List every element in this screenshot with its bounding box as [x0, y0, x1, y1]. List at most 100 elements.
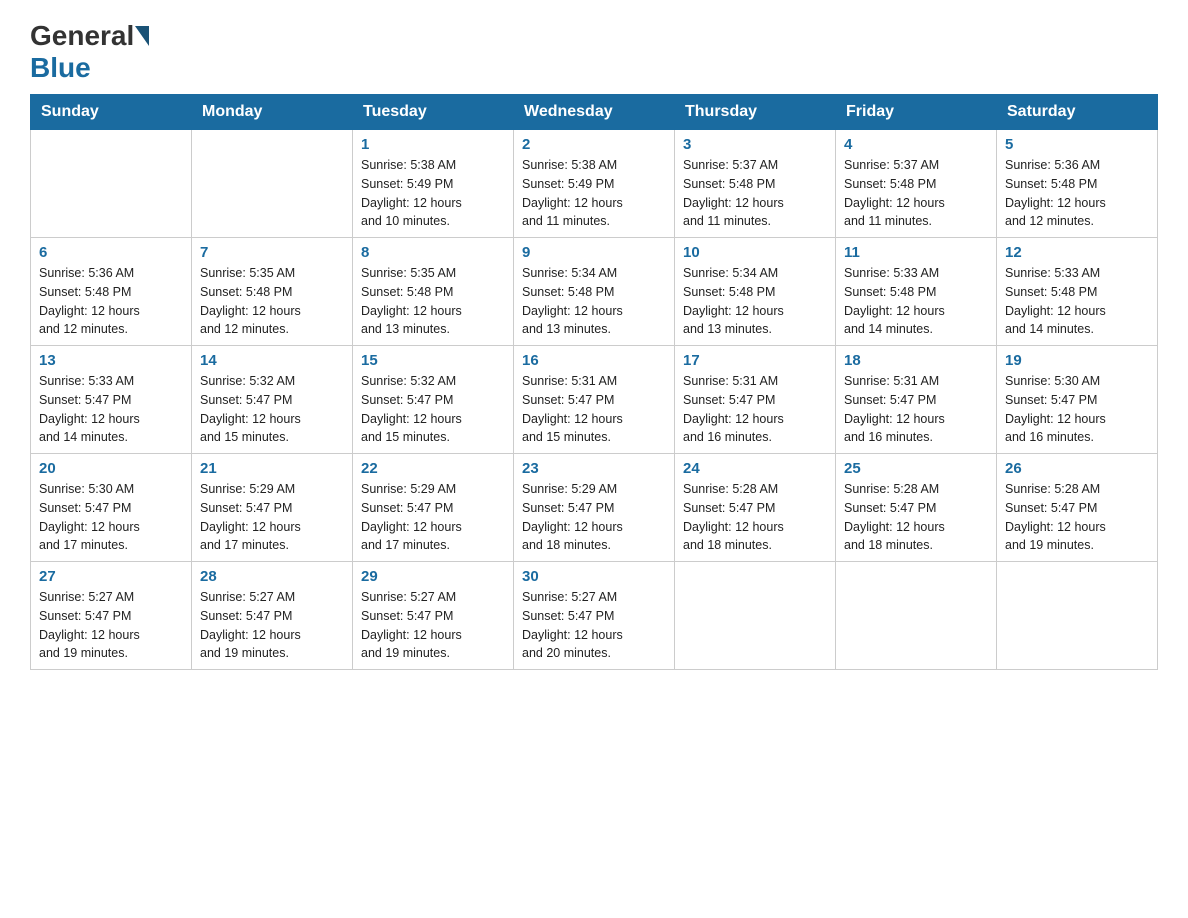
day-info: Sunrise: 5:30 AM Sunset: 5:47 PM Dayligh…: [1005, 372, 1149, 447]
day-info: Sunrise: 5:36 AM Sunset: 5:48 PM Dayligh…: [39, 264, 183, 339]
day-info: Sunrise: 5:31 AM Sunset: 5:47 PM Dayligh…: [683, 372, 827, 447]
day-info: Sunrise: 5:29 AM Sunset: 5:47 PM Dayligh…: [361, 480, 505, 555]
day-info: Sunrise: 5:27 AM Sunset: 5:47 PM Dayligh…: [200, 588, 344, 663]
day-info: Sunrise: 5:33 AM Sunset: 5:48 PM Dayligh…: [1005, 264, 1149, 339]
day-cell: 21Sunrise: 5:29 AM Sunset: 5:47 PM Dayli…: [192, 454, 353, 562]
header-monday: Monday: [192, 95, 353, 130]
day-number: 2: [522, 136, 666, 153]
day-info: Sunrise: 5:31 AM Sunset: 5:47 PM Dayligh…: [522, 372, 666, 447]
logo-blue-text: Blue: [30, 52, 91, 83]
day-cell: 11 Sunrise: 5:33 AM Sunset: 5:48 PM Dayli…: [836, 238, 997, 346]
day-number: 14: [200, 352, 344, 369]
logo: General Blue: [30, 20, 150, 84]
day-number: 18: [844, 352, 988, 369]
day-cell: 13Sunrise: 5:33 AM Sunset: 5:47 PM Dayli…: [31, 346, 192, 454]
day-info: Sunrise: 5:37 AM Sunset: 5:48 PM Dayligh…: [844, 156, 988, 231]
day-cell: 14 Sunrise: 5:32 AM Sunset: 5:47 PM Dayli…: [192, 346, 353, 454]
day-cell: 4 Sunrise: 5:37 AM Sunset: 5:48 PM Daylig…: [836, 130, 997, 238]
day-number: 3: [683, 136, 827, 153]
day-info: Sunrise: 5:38 AM Sunset: 5:49 PM Dayligh…: [522, 156, 666, 231]
day-number: 23: [522, 460, 666, 477]
day-number: 28: [200, 568, 344, 585]
day-cell: 7Sunrise: 5:35 AM Sunset: 5:48 PM Daylig…: [192, 238, 353, 346]
day-cell: 22 Sunrise: 5:29 AM Sunset: 5:47 PM Dayli…: [353, 454, 514, 562]
header-saturday: Saturday: [997, 95, 1158, 130]
day-cell: 9Sunrise: 5:34 AM Sunset: 5:48 PM Daylig…: [514, 238, 675, 346]
day-cell: [836, 562, 997, 670]
day-info: Sunrise: 5:36 AM Sunset: 5:48 PM Dayligh…: [1005, 156, 1149, 231]
day-number: 27: [39, 568, 183, 585]
day-info: Sunrise: 5:33 AM Sunset: 5:47 PM Dayligh…: [39, 372, 183, 447]
day-number: 9: [522, 244, 666, 261]
header-tuesday: Tuesday: [353, 95, 514, 130]
day-info: Sunrise: 5:32 AM Sunset: 5:47 PM Dayligh…: [361, 372, 505, 447]
day-info: Sunrise: 5:32 AM Sunset: 5:47 PM Dayligh…: [200, 372, 344, 447]
day-info: Sunrise: 5:28 AM Sunset: 5:47 PM Dayligh…: [844, 480, 988, 555]
header-wednesday: Wednesday: [514, 95, 675, 130]
day-cell: 18 Sunrise: 5:31 AM Sunset: 5:47 PM Dayli…: [836, 346, 997, 454]
day-info: Sunrise: 5:31 AM Sunset: 5:47 PM Dayligh…: [844, 372, 988, 447]
day-info: Sunrise: 5:35 AM Sunset: 5:48 PM Dayligh…: [361, 264, 505, 339]
week-row-4: 20 Sunrise: 5:30 AM Sunset: 5:47 PM Dayli…: [31, 454, 1158, 562]
week-row-2: 6 Sunrise: 5:36 AM Sunset: 5:48 PM Daylig…: [31, 238, 1158, 346]
day-number: 24: [683, 460, 827, 477]
day-number: 22: [361, 460, 505, 477]
week-row-1: 1 Sunrise: 5:38 AM Sunset: 5:49 PM Daylig…: [31, 130, 1158, 238]
day-info: Sunrise: 5:27 AM Sunset: 5:47 PM Dayligh…: [361, 588, 505, 663]
calendar-table: SundayMondayTuesdayWednesdayThursdayFrid…: [30, 94, 1158, 670]
day-cell: 24 Sunrise: 5:28 AM Sunset: 5:47 PM Dayli…: [675, 454, 836, 562]
day-info: Sunrise: 5:30 AM Sunset: 5:47 PM Dayligh…: [39, 480, 183, 555]
day-cell: [675, 562, 836, 670]
day-number: 5: [1005, 136, 1149, 153]
day-info: Sunrise: 5:29 AM Sunset: 5:47 PM Dayligh…: [522, 480, 666, 555]
day-number: 11: [844, 244, 988, 261]
day-info: Sunrise: 5:34 AM Sunset: 5:48 PM Dayligh…: [683, 264, 827, 339]
day-number: 29: [361, 568, 505, 585]
logo-general-text: General: [30, 20, 134, 52]
day-number: 30: [522, 568, 666, 585]
day-cell: 30 Sunrise: 5:27 AM Sunset: 5:47 PM Dayli…: [514, 562, 675, 670]
day-info: Sunrise: 5:28 AM Sunset: 5:47 PM Dayligh…: [1005, 480, 1149, 555]
day-number: 6: [39, 244, 183, 261]
day-number: 26: [1005, 460, 1149, 477]
day-info: Sunrise: 5:37 AM Sunset: 5:48 PM Dayligh…: [683, 156, 827, 231]
day-cell: 10 Sunrise: 5:34 AM Sunset: 5:48 PM Dayli…: [675, 238, 836, 346]
day-info: Sunrise: 5:38 AM Sunset: 5:49 PM Dayligh…: [361, 156, 505, 231]
day-cell: 29 Sunrise: 5:27 AM Sunset: 5:47 PM Dayli…: [353, 562, 514, 670]
day-cell: 3 Sunrise: 5:37 AM Sunset: 5:48 PM Daylig…: [675, 130, 836, 238]
day-number: 21: [200, 460, 344, 477]
day-number: 8: [361, 244, 505, 261]
day-cell: 28 Sunrise: 5:27 AM Sunset: 5:47 PM Dayli…: [192, 562, 353, 670]
day-cell: 17 Sunrise: 5:31 AM Sunset: 5:47 PM Dayli…: [675, 346, 836, 454]
header-friday: Friday: [836, 95, 997, 130]
day-cell: 2 Sunrise: 5:38 AM Sunset: 5:49 PM Daylig…: [514, 130, 675, 238]
day-cell: 20 Sunrise: 5:30 AM Sunset: 5:47 PM Dayli…: [31, 454, 192, 562]
day-number: 15: [361, 352, 505, 369]
day-cell: [997, 562, 1158, 670]
day-number: 17: [683, 352, 827, 369]
day-cell: 6 Sunrise: 5:36 AM Sunset: 5:48 PM Daylig…: [31, 238, 192, 346]
day-info: Sunrise: 5:35 AM Sunset: 5:48 PM Dayligh…: [200, 264, 344, 339]
day-info: Sunrise: 5:27 AM Sunset: 5:47 PM Dayligh…: [522, 588, 666, 663]
day-cell: 1 Sunrise: 5:38 AM Sunset: 5:49 PM Daylig…: [353, 130, 514, 238]
day-number: 12: [1005, 244, 1149, 261]
day-number: 10: [683, 244, 827, 261]
day-number: 4: [844, 136, 988, 153]
week-row-3: 13Sunrise: 5:33 AM Sunset: 5:47 PM Dayli…: [31, 346, 1158, 454]
page-header: General Blue: [30, 20, 1158, 84]
day-cell: 26 Sunrise: 5:28 AM Sunset: 5:47 PM Dayli…: [997, 454, 1158, 562]
day-cell: 23 Sunrise: 5:29 AM Sunset: 5:47 PM Dayli…: [514, 454, 675, 562]
week-row-5: 27 Sunrise: 5:27 AM Sunset: 5:47 PM Dayli…: [31, 562, 1158, 670]
day-info: Sunrise: 5:27 AM Sunset: 5:47 PM Dayligh…: [39, 588, 183, 663]
day-info: Sunrise: 5:33 AM Sunset: 5:48 PM Dayligh…: [844, 264, 988, 339]
day-cell: 25Sunrise: 5:28 AM Sunset: 5:47 PM Dayli…: [836, 454, 997, 562]
day-number: 20: [39, 460, 183, 477]
day-cell: [192, 130, 353, 238]
logo-arrow-icon: [135, 26, 149, 46]
day-cell: 15 Sunrise: 5:32 AM Sunset: 5:47 PM Dayli…: [353, 346, 514, 454]
day-number: 16: [522, 352, 666, 369]
day-number: 19: [1005, 352, 1149, 369]
day-number: 1: [361, 136, 505, 153]
day-info: Sunrise: 5:28 AM Sunset: 5:47 PM Dayligh…: [683, 480, 827, 555]
day-cell: [31, 130, 192, 238]
